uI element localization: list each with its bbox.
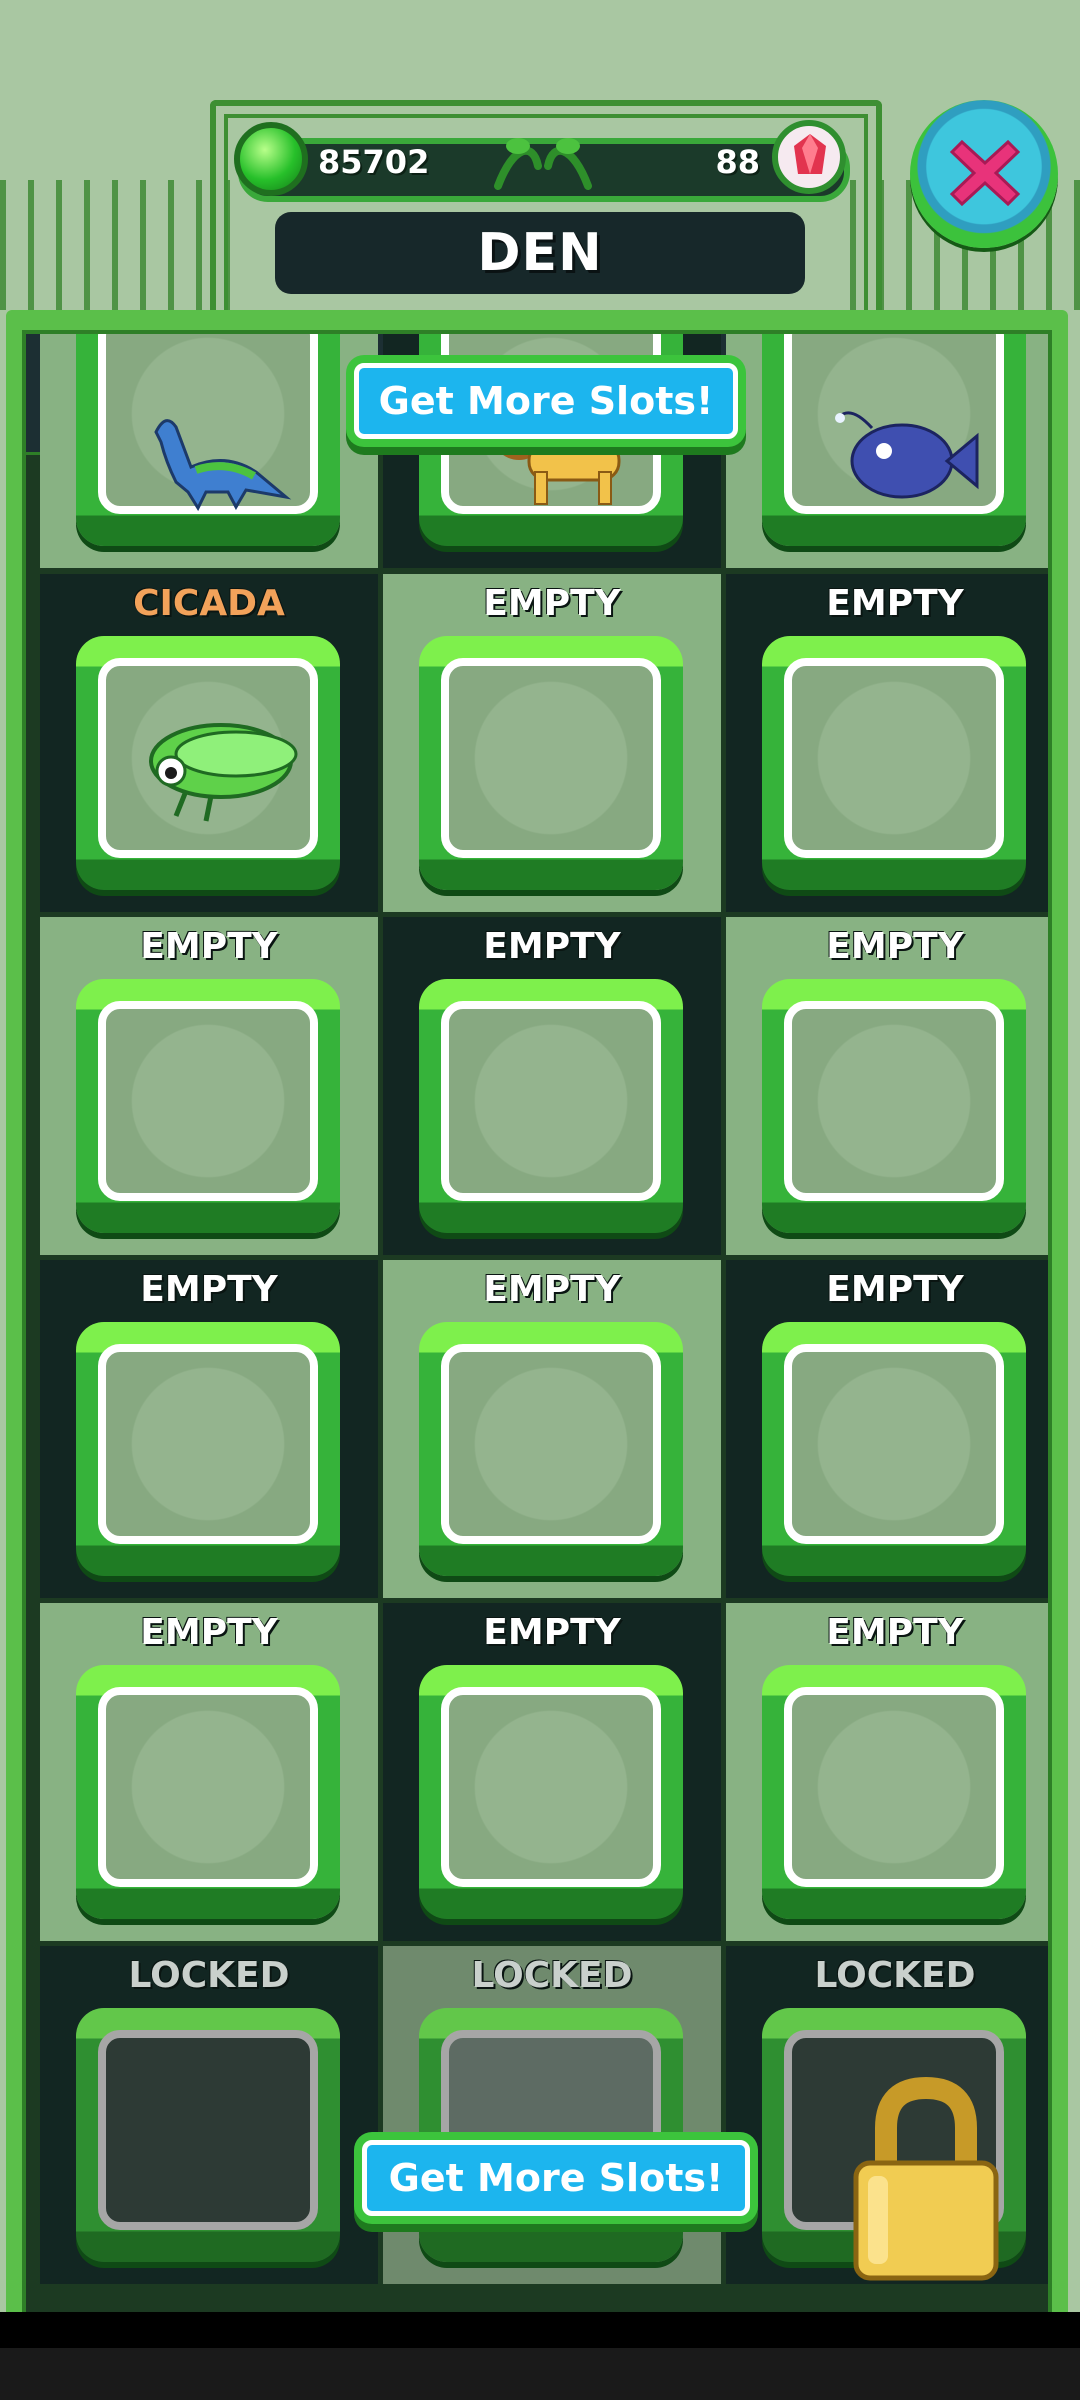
pet-slot[interactable] <box>76 636 340 890</box>
pet-slot[interactable] <box>762 334 1026 546</box>
slot-frame <box>98 1687 318 1887</box>
den-screen: 85702 88 DEN CICADA EMPTY EMPTY EMPTY EM… <box>0 0 1080 2312</box>
slot-label: EMPTY <box>483 1269 621 1310</box>
empty-slot[interactable] <box>419 1322 683 1576</box>
empty-slot[interactable] <box>762 979 1026 1233</box>
slot-frame <box>98 658 318 858</box>
slot-frame <box>441 1687 661 1887</box>
slot-label: EMPTY <box>483 1612 621 1653</box>
slot-cell[interactable] <box>40 334 378 568</box>
empty-slot[interactable] <box>762 1322 1026 1576</box>
slot-cell[interactable]: EMPTY <box>383 1260 721 1598</box>
slot-cell[interactable]: EMPTY <box>383 574 721 912</box>
close-button[interactable] <box>910 100 1058 248</box>
empty-slot[interactable] <box>76 979 340 1233</box>
padlock-icon <box>853 2076 999 2281</box>
slot-label: EMPTY <box>826 926 964 967</box>
slot-cell[interactable]: EMPTY <box>383 917 721 1255</box>
empty-slot[interactable] <box>762 636 1026 890</box>
pet-slot[interactable] <box>76 334 340 546</box>
slot-cell[interactable]: EMPTY <box>726 1603 1048 1941</box>
slot-frame <box>784 1687 1004 1887</box>
slot-cell[interactable]: EMPTY <box>726 574 1048 912</box>
slot-cell[interactable]: LOCKED <box>40 1946 378 2284</box>
empty-slot[interactable] <box>419 1665 683 1919</box>
slot-frame <box>98 1344 318 1544</box>
slot-label: EMPTY <box>140 1269 278 1310</box>
slot-label: EMPTY <box>826 583 964 624</box>
slot-label: EMPTY <box>483 583 621 624</box>
slot-label: LOCKED <box>814 1955 976 1996</box>
den-window-inner: CICADA EMPTY EMPTY EMPTY EMPTY EMPTY EMP… <box>22 330 1052 2312</box>
empty-slot[interactable] <box>76 1322 340 1576</box>
empty-slot[interactable] <box>419 979 683 1233</box>
slot-cell[interactable]: EMPTY <box>40 1260 378 1598</box>
title-panel: DEN <box>275 212 805 294</box>
slot-frame <box>441 1001 661 1201</box>
slot-cell[interactable]: EMPTY <box>40 1603 378 1941</box>
empty-slot[interactable] <box>762 1665 1026 1919</box>
den-window: CICADA EMPTY EMPTY EMPTY EMPTY EMPTY EMP… <box>6 310 1068 2312</box>
get-more-slots-button[interactable]: Get More Slots! <box>354 363 738 439</box>
slot-cell[interactable]: EMPTY <box>726 1260 1048 1598</box>
slot-cell[interactable]: LOCKED <box>383 1946 721 2284</box>
slot-frame <box>98 334 318 514</box>
slot-label: LOCKED <box>471 1955 633 1996</box>
slot-frame <box>784 1344 1004 1544</box>
slot-frame <box>98 2030 318 2230</box>
slot-label: EMPTY <box>140 926 278 967</box>
get-more-slots-button-bottom[interactable]: Get More Slots! <box>362 2140 750 2216</box>
slot-cell[interactable] <box>726 334 1048 568</box>
slot-cell[interactable]: EMPTY <box>383 1603 721 1941</box>
slot-label: EMPTY <box>826 1612 964 1653</box>
cicada-pet-icon <box>149 723 298 822</box>
slot-cell[interactable]: EMPTY <box>726 917 1048 1255</box>
slot-cell[interactable]: CICADA <box>40 574 378 912</box>
gem-count: 88 <box>715 143 760 181</box>
fence-decoration-left <box>0 180 230 310</box>
slot-frame <box>784 1001 1004 1201</box>
gel-icon <box>234 122 308 196</box>
empty-slot[interactable] <box>76 1665 340 1919</box>
close-icon <box>949 139 1021 207</box>
vine-ornament-icon <box>494 138 592 190</box>
locked-slot[interactable] <box>419 2008 683 2262</box>
slot-label: EMPTY <box>140 1612 278 1653</box>
slot-frame <box>98 1001 318 1201</box>
gem-icon <box>772 120 846 194</box>
slot-frame <box>784 658 1004 858</box>
slot-label: LOCKED <box>128 1955 290 1996</box>
slot-label: CICADA <box>133 583 285 624</box>
empty-slot[interactable] <box>419 636 683 890</box>
page-title: DEN <box>477 223 603 283</box>
slot-label: EMPTY <box>483 926 621 967</box>
slot-frame <box>441 1344 661 1544</box>
locked-slot[interactable] <box>76 2008 340 2262</box>
slot-frame <box>784 334 1004 514</box>
slot-cell[interactable]: EMPTY <box>40 917 378 1255</box>
slot-label: EMPTY <box>826 1269 964 1310</box>
slot-grid[interactable]: CICADA EMPTY EMPTY EMPTY EMPTY EMPTY EMP… <box>40 334 1048 2312</box>
bottom-rail <box>0 2348 1080 2400</box>
dinosaur-pet-icon <box>154 419 292 512</box>
gel-count: 85702 <box>318 143 430 181</box>
anglerfish-pet-icon <box>835 411 979 499</box>
slot-frame <box>441 658 661 858</box>
